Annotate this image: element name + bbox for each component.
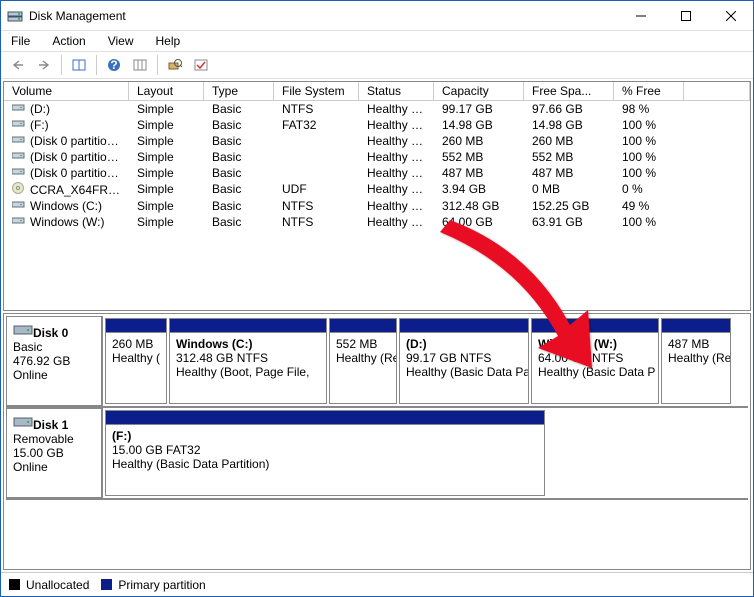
partition[interactable]: 552 MBHealthy (Re [329,318,397,404]
partition[interactable]: (D:)99.17 GB NTFSHealthy (Basic Data Pa [399,318,529,404]
partition-bar [170,319,326,333]
volume-header: Volume Layout Type File System Status Ca… [4,82,750,101]
menu-action[interactable]: Action [48,33,89,49]
partition[interactable]: Windows (C:)312.48 GB NTFSHealthy (Boot,… [169,318,327,404]
drive-icon [12,182,26,194]
volume-row[interactable]: CCRA_X64FRE_EN...SimpleBasicUDFHealthy (… [4,181,750,198]
partition[interactable]: 260 MBHealthy ( [105,318,167,404]
col-filesystem[interactable]: File System [274,82,359,100]
col-freespace[interactable]: Free Spa... [524,82,614,100]
col-layout[interactable]: Layout [129,82,204,100]
legend-primary-swatch [101,579,112,590]
titlebar: Disk Management [1,1,753,31]
volume-row[interactable]: Windows (W:)SimpleBasicNTFSHealthy (B...… [4,214,750,230]
disk-row: Disk 1Removable15.00 GBOnline(F:)15.00 G… [6,408,748,500]
disk-info[interactable]: Disk 1Removable15.00 GBOnline [6,408,103,498]
partition-bar [106,411,544,425]
toolbar: ? [1,51,753,79]
back-button[interactable] [7,54,29,76]
volume-row[interactable]: (Disk 0 partition 4)SimpleBasicHealthy (… [4,149,750,165]
partition-bar [662,319,730,333]
col-type[interactable]: Type [204,82,274,100]
minimize-button[interactable] [618,1,663,31]
disk-map[interactable]: Disk 0Basic476.92 GBOnline260 MBHealthy … [3,313,751,570]
legend-primary: Primary partition [118,578,205,592]
menu-file[interactable]: File [7,33,34,49]
drive-icon [12,216,26,226]
menubar: File Action View Help [1,31,753,51]
col-status[interactable]: Status [359,82,434,100]
partition[interactable]: Windows (W:)64.00 GB NTFSHealthy (Basic … [531,318,659,404]
window-title: Disk Management [29,9,618,23]
rescan-icon[interactable] [164,54,186,76]
view-split-icon[interactable] [68,54,90,76]
maximize-button[interactable] [663,1,708,31]
col-pctfree[interactable]: % Free [614,82,684,100]
app-icon [7,8,23,24]
volume-row[interactable]: (F:)SimpleBasicFAT32Healthy (B...14.98 G… [4,117,750,133]
close-button[interactable] [708,1,753,31]
menu-view[interactable]: View [104,33,138,49]
disk-info[interactable]: Disk 0Basic476.92 GBOnline [6,316,103,406]
view-columns-icon[interactable] [129,54,151,76]
partition[interactable]: 487 MBHealthy (Re [661,318,731,404]
drive-icon [12,119,26,129]
apply-icon[interactable] [190,54,212,76]
drive-icon [12,200,26,210]
legend-unallocated-swatch [9,579,20,590]
volume-row[interactable]: Windows (C:)SimpleBasicNTFSHealthy (B...… [4,198,750,214]
partition-bar [400,319,528,333]
col-volume[interactable]: Volume [4,82,129,100]
drive-icon [12,135,26,145]
legend: Unallocated Primary partition [1,572,753,596]
partition-bar [532,319,658,333]
partition[interactable]: (F:)15.00 GB FAT32Healthy (Basic Data Pa… [105,410,545,496]
disk-icon [13,415,33,429]
volume-row[interactable]: (D:)SimpleBasicNTFSHealthy (B...99.17 GB… [4,101,750,117]
svg-text:?: ? [110,58,117,72]
drive-icon [12,103,26,113]
volume-row[interactable]: (Disk 0 partition 6)SimpleBasicHealthy (… [4,165,750,181]
legend-unallocated: Unallocated [26,578,89,592]
volume-row[interactable]: (Disk 0 partition 1)SimpleBasicHealthy (… [4,133,750,149]
menu-help[interactable]: Help [152,33,185,49]
col-capacity[interactable]: Capacity [434,82,524,100]
forward-button[interactable] [33,54,55,76]
help-icon[interactable]: ? [103,54,125,76]
disk-row: Disk 0Basic476.92 GBOnline260 MBHealthy … [6,316,748,408]
drive-icon [12,167,26,177]
partition-bar [330,319,396,333]
disk-icon [13,323,33,337]
partition-bar [106,319,166,333]
drive-icon [12,151,26,161]
volume-list[interactable]: Volume Layout Type File System Status Ca… [3,81,751,311]
